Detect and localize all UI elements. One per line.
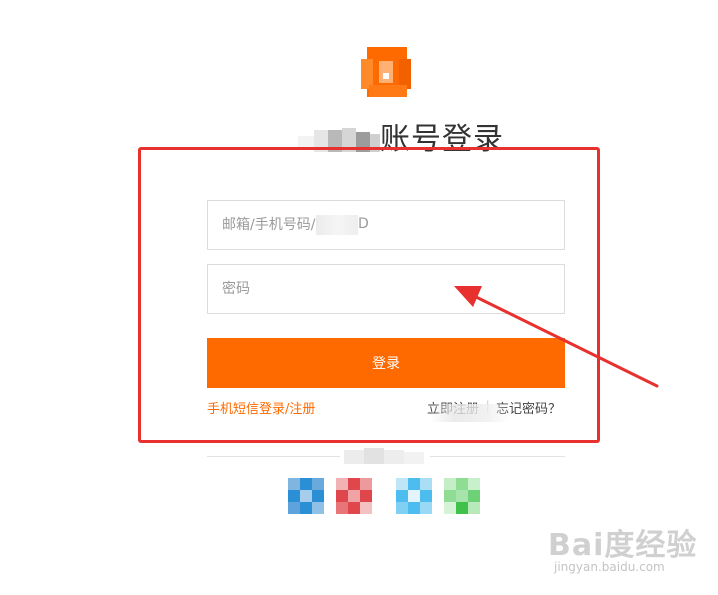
watermark-url: jingyan.baidu.com xyxy=(554,560,665,574)
annotation-highlight-box xyxy=(138,147,600,443)
watermark-logo: Bai度经验 xyxy=(548,528,698,563)
taobao-icon[interactable] xyxy=(336,478,372,514)
brand-logo-icon xyxy=(361,47,411,97)
alipay-icon[interactable] xyxy=(396,478,432,514)
weibo-icon[interactable] xyxy=(288,478,324,514)
wechat-icon[interactable] xyxy=(444,478,480,514)
login-page: 账号登录 D 登录 手机短信登录/注册 立即注册 | 忘记密码？ xyxy=(0,0,718,595)
watermark: Bai度经验 jingyan.baidu.com xyxy=(548,520,708,584)
divider-text-blur xyxy=(340,446,430,468)
